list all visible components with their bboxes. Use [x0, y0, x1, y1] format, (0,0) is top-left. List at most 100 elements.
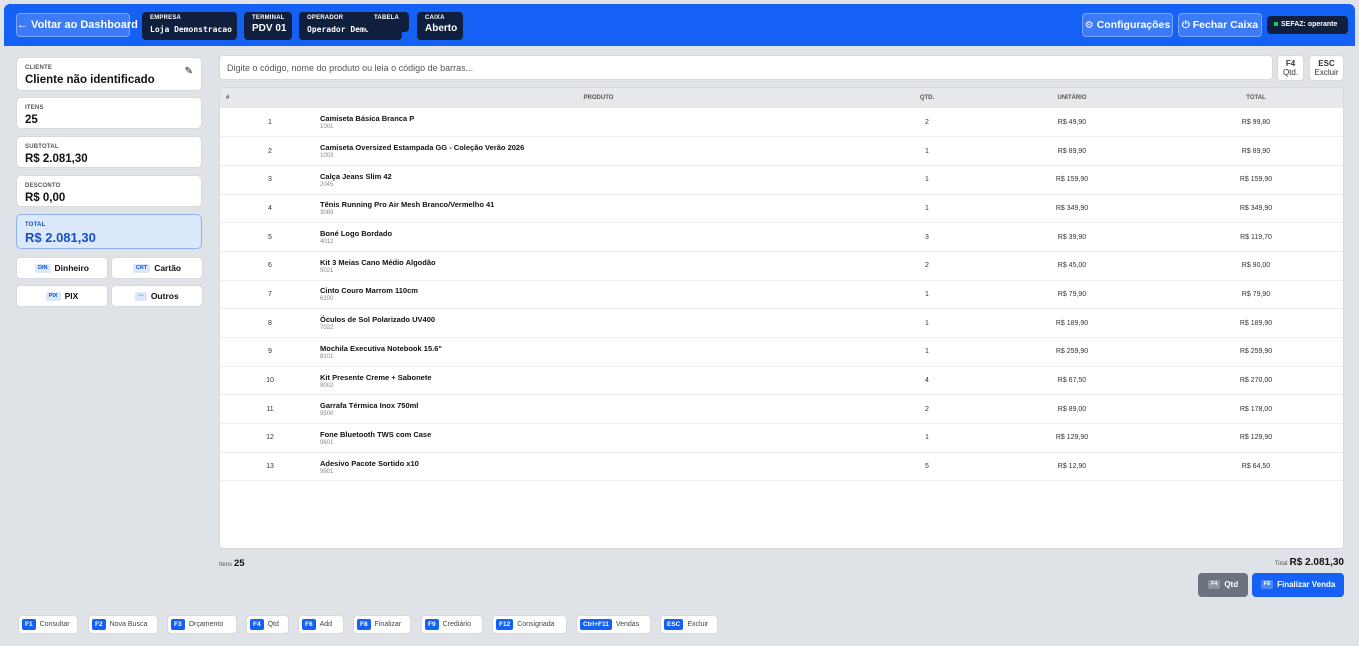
shortcut-label: Excluir: [687, 621, 709, 628]
row-unit-price: R$ 89,90: [1057, 147, 1087, 155]
finalize-key: F8: [1260, 580, 1274, 590]
row-qty: 5: [925, 463, 929, 471]
shortcut-f3[interactable]: F3 Orçamento: [167, 615, 237, 634]
row-number: 8: [268, 319, 272, 327]
shortcut-ctrl-f11[interactable]: Ctrl+F11 Vendas: [576, 615, 651, 634]
shortcut-f2[interactable]: F2 Nova Busca: [88, 615, 158, 634]
cash-tag: DIN: [35, 264, 51, 274]
row-product: Calça Jeans Slim 42 2045: [320, 165, 877, 194]
chip-empresa: EMPRESA Loja Demonstracao: [142, 12, 237, 40]
cart-table: # PRODUTO QTD. UNITÁRIO TOTAL 1 Camiseta …: [219, 87, 1344, 549]
table-row[interactable]: 4 Tênis Running Pro Air Mesh Branco/Verme…: [220, 194, 1343, 223]
chip-label: CAIXA: [425, 15, 445, 21]
product-search-input[interactable]: [219, 55, 1273, 80]
f4-quantity-button[interactable]: F4 Qtd.: [1277, 55, 1304, 81]
product-code: 9901: [320, 468, 334, 475]
footer-total-label: Total: [1274, 561, 1288, 567]
qtd-key: F4: [1207, 580, 1221, 590]
product-name: Tênis Running Pro Air Mesh Branco/Vermel…: [320, 200, 495, 210]
row-total: R$ 259,90: [1239, 348, 1273, 356]
finalize-sale-button[interactable]: F8 Finalizar Venda: [1252, 573, 1344, 597]
chip-value: PDV 01: [252, 23, 287, 34]
quantity-button[interactable]: F4 Qtd: [1198, 573, 1248, 597]
row-number: 11: [266, 405, 274, 413]
row-number: 9: [268, 348, 272, 356]
row-total: R$ 159,90: [1239, 176, 1273, 184]
footer-items-count: Itens 25: [219, 558, 245, 569]
product-code: 6100: [320, 296, 334, 303]
row-total: R$ 90,00: [1241, 262, 1271, 270]
items-value: 25: [25, 114, 38, 126]
shortcut-label: Qtd: [267, 621, 279, 628]
pay-card-button[interactable]: CRT Cartão: [111, 257, 203, 279]
chip-label: EMPRESA: [150, 15, 182, 21]
shortcut-f1[interactable]: F1 Consultar: [18, 615, 78, 634]
customer-value: Cliente não identificado: [25, 74, 155, 86]
pay-card-label: Cartão: [154, 263, 182, 273]
table-row[interactable]: 10 Kit Presente Creme + Sabonete 9002 4 R$ 6…: [220, 366, 1343, 395]
table-row[interactable]: 12 Fone Bluetooth TWS com Case 9601 1 R$ 129…: [220, 424, 1343, 453]
row-qty: 1: [925, 348, 929, 356]
row-qty: 2: [925, 118, 929, 126]
table-row[interactable]: 13 Adesivo Pacote Sortido x10 9901 5 R$ 12,9…: [220, 452, 1343, 481]
shortcut-f12[interactable]: F12 Consignada: [492, 615, 567, 634]
settings-label: Configurações: [1096, 19, 1171, 31]
col-header-qty: QTD.: [919, 95, 935, 101]
table-row[interactable]: 8 Óculos de Sol Polarizado UV400 7022 1 R$ 1…: [220, 309, 1343, 338]
pay-other-label: Outros: [150, 291, 179, 301]
row-total: R$ 119,70: [1240, 233, 1272, 241]
row-unit-price: R$ 89,00: [1057, 405, 1087, 413]
row-number: 3: [268, 176, 272, 184]
product-code: 1003: [320, 153, 334, 160]
row-product: Óculos de Sol Polarizado UV400 7022: [320, 309, 877, 338]
table-row[interactable]: 2 Camiseta Oversized Estampada GG - Coleç…: [220, 137, 1343, 166]
customer-card[interactable]: CLIENTE Cliente não identificado ✎: [16, 57, 202, 91]
chip-label: TERMINAL: [252, 15, 285, 21]
shortcut-key: F12: [496, 618, 514, 630]
qtd-label: Qtd: [1224, 580, 1239, 589]
table-header: # PRODUTO QTD. UNITÁRIO TOTAL: [220, 88, 1343, 108]
table-row[interactable]: 3 Calça Jeans Slim 42 2045 1 R$ 159,90 R$ 159…: [220, 165, 1343, 195]
row-qty: 4: [925, 377, 929, 385]
table-row[interactable]: 7 Cinto Couro Marrom 110cm 6100 1 R$ 79,90 R$…: [220, 280, 1343, 309]
pencil-icon[interactable]: ✎: [185, 66, 193, 77]
shortcut-f4[interactable]: F4 Qtd: [246, 615, 289, 634]
table-row[interactable]: 11 Garrafa Térmica Inox 750ml 9500 2 R$ 89,0…: [220, 395, 1343, 424]
product-name: Calça Jeans Slim 42: [320, 171, 392, 181]
product-name: Kit Presente Creme + Sabonete: [320, 372, 432, 382]
shortcut-f6[interactable]: F6 Add: [298, 615, 344, 634]
table-row[interactable]: 9 Mochila Executiva Notebook 15.6" 8101 1 R$…: [220, 338, 1343, 367]
status-dot-icon: [1274, 22, 1278, 27]
chip-value: Aberto: [425, 23, 458, 34]
esc-label: Excluir: [1314, 68, 1339, 77]
table-row[interactable]: 5 Boné Logo Bordado 4012 3 R$ 39,90 R$ 119,70: [220, 223, 1343, 252]
shortcut-label: Nova Busca: [109, 621, 148, 628]
table-row[interactable]: 1 Camiseta Básica Branca P 1001 2 R$ 49,90 R$…: [220, 108, 1343, 137]
back-to-dashboard-button[interactable]: ← Voltar ao Dashboard: [16, 13, 138, 37]
esc-delete-button[interactable]: ESC Excluir: [1309, 55, 1344, 81]
product-code: 9002: [320, 382, 334, 389]
product-name: Fone Bluetooth TWS com Case: [320, 429, 432, 439]
settings-button[interactable]: ⚙ Configurações: [1082, 13, 1173, 37]
row-number: 13: [266, 463, 274, 471]
product-code: 3089: [320, 210, 334, 217]
discount-card[interactable]: DESCONTO R$ 0,00: [16, 175, 202, 207]
pay-pix-button[interactable]: PIX PIX: [16, 285, 108, 307]
esc-key: ESC: [1318, 59, 1335, 68]
row-unit-price: R$ 12,90: [1057, 463, 1087, 471]
col-header-total: TOTAL: [1246, 95, 1266, 101]
shortcut-f9[interactable]: F9 Crediário: [421, 615, 483, 634]
table-row[interactable]: 6 Kit 3 Meias Cano Médio Algodão 5021 2 R$ 4…: [220, 251, 1343, 281]
pay-cash-button[interactable]: DIN Dinheiro: [16, 257, 108, 279]
pay-other-button[interactable]: ··· Outros: [111, 285, 203, 307]
row-number: 6: [268, 262, 272, 270]
row-qty: 1: [925, 204, 929, 212]
shortcut-key: F8: [357, 618, 371, 630]
subtotal-card: SUBTOTAL R$ 2.081,30: [16, 136, 202, 168]
row-qty: 1: [925, 434, 929, 442]
shortcut-f8[interactable]: F8 Finalizar: [353, 615, 411, 634]
total-label: TOTAL: [25, 222, 46, 228]
shortcut-key: Ctrl+F11: [580, 618, 612, 630]
shortcut-esc[interactable]: ESC Excluir: [660, 615, 718, 634]
close-register-button[interactable]: ⏻ Fechar Caixa: [1178, 13, 1262, 37]
